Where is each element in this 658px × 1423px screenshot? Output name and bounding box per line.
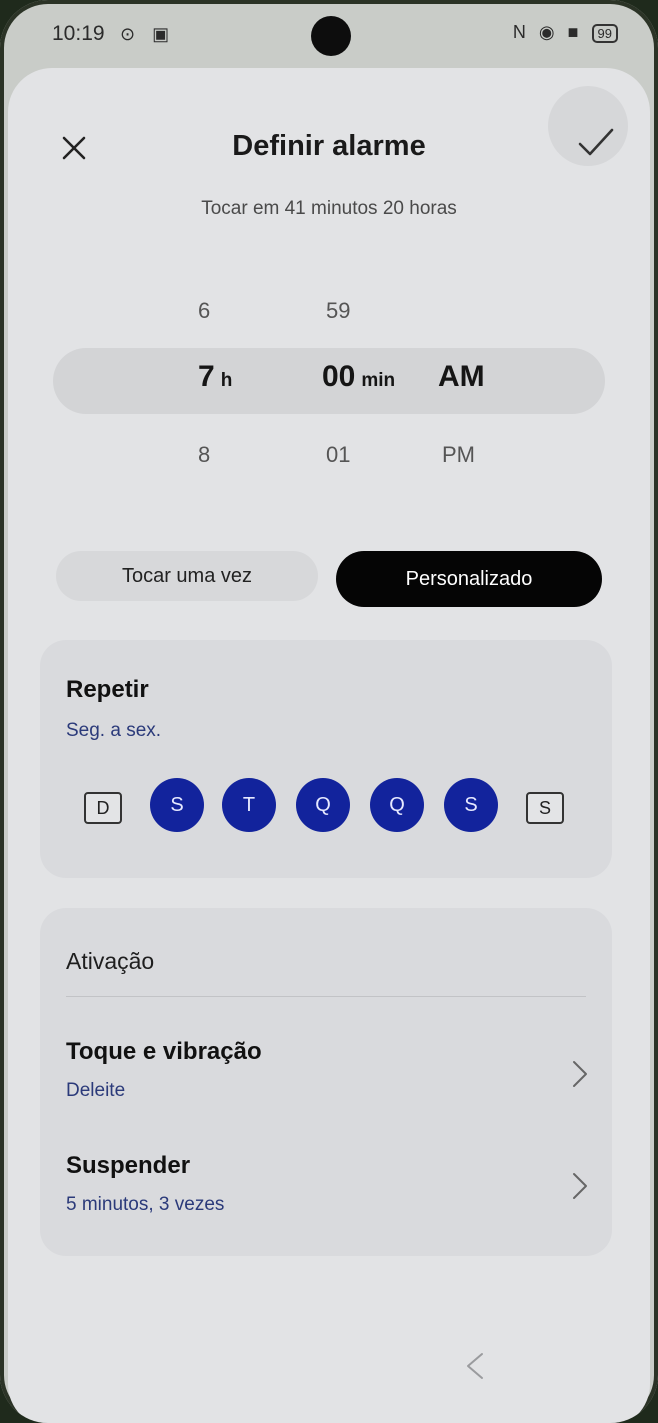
ring-vibration-value: Deleite (66, 1080, 126, 1101)
hour-value: 7 (198, 360, 215, 393)
day-wednesday[interactable]: Q (296, 778, 350, 832)
alarm-sheet: Definir alarme Tocar em 41 minutos 20 ho… (8, 68, 650, 1423)
hour-next[interactable]: 8 (198, 442, 210, 468)
status-notification-icons: ⊙ ▣ (120, 24, 176, 44)
repeat-item[interactable]: Repetir Seg. a sex. (40, 640, 612, 750)
minute-value: 00 (322, 360, 356, 393)
ring-vibration-item[interactable]: Toque e vibração Deleite (40, 1018, 612, 1118)
check-icon (578, 128, 614, 156)
minute-selected[interactable]: 00 min (322, 360, 395, 394)
repeat-card: Repetir Seg. a sex. D S T Q Q S S (40, 640, 612, 878)
camera-cutout (311, 16, 351, 56)
weekday-selector: D S T Q Q S S (40, 770, 612, 840)
day-friday[interactable]: S (444, 778, 498, 832)
ampm-next[interactable]: PM (442, 442, 475, 468)
confirm-button[interactable] (548, 86, 628, 166)
custom-button[interactable]: Personalizado (336, 551, 602, 607)
hour-prev[interactable]: 6 (198, 298, 210, 324)
minute-prev[interactable]: 59 (326, 298, 350, 324)
battery-icon: 99 (591, 24, 618, 43)
nfc-wifi-sim-icons: N ◉ ■ (512, 22, 583, 42)
status-system-icons: N ◉ ■ 99 (513, 22, 618, 43)
back-button[interactable] (454, 1348, 494, 1384)
activation-card: Ativação Toque e vibração Deleite Suspen… (40, 908, 612, 1256)
minute-unit: min (361, 370, 396, 391)
ring-once-button[interactable]: Tocar uma vez (56, 551, 318, 601)
phone-screen: 10:19 ⊙ ▣ N ◉ ■ 99 Definir alarme Tocar … (0, 0, 658, 1423)
snooze-item[interactable]: Suspender 5 minutos, 3 vezes (40, 1130, 612, 1230)
ring-vibration-title: Toque e vibração (66, 1038, 262, 1065)
snooze-title: Suspender (66, 1152, 191, 1179)
divider (66, 996, 586, 997)
hour-unit: h (220, 370, 233, 391)
minute-next[interactable]: 01 (326, 442, 350, 468)
day-saturday[interactable]: S (526, 792, 564, 824)
time-picker[interactable]: 6 59 7h 00 min AM 8 01 PM (8, 288, 650, 468)
status-time: 10:19 (52, 22, 105, 45)
activation-section-title: Ativação (66, 948, 155, 974)
back-icon (467, 1353, 483, 1379)
repeat-title: Repetir (66, 676, 149, 703)
day-tuesday[interactable]: T (222, 778, 276, 832)
navigation-bar (0, 1330, 658, 1390)
repeat-summary: Seg. a sex. (66, 720, 162, 741)
ring-time-subtitle: Tocar em 41 minutos 20 horas (201, 198, 457, 219)
chevron-right-icon (573, 1173, 587, 1199)
day-sunday[interactable]: D (84, 792, 122, 824)
chevron-right-icon (573, 1061, 587, 1087)
ampm-selected[interactable]: AM (438, 360, 485, 394)
snooze-value: 5 minutos, 3 vezes (66, 1194, 225, 1215)
day-monday[interactable]: S (150, 778, 204, 832)
day-thursday[interactable]: Q (370, 778, 424, 832)
hour-selected[interactable]: 7h (198, 360, 232, 394)
